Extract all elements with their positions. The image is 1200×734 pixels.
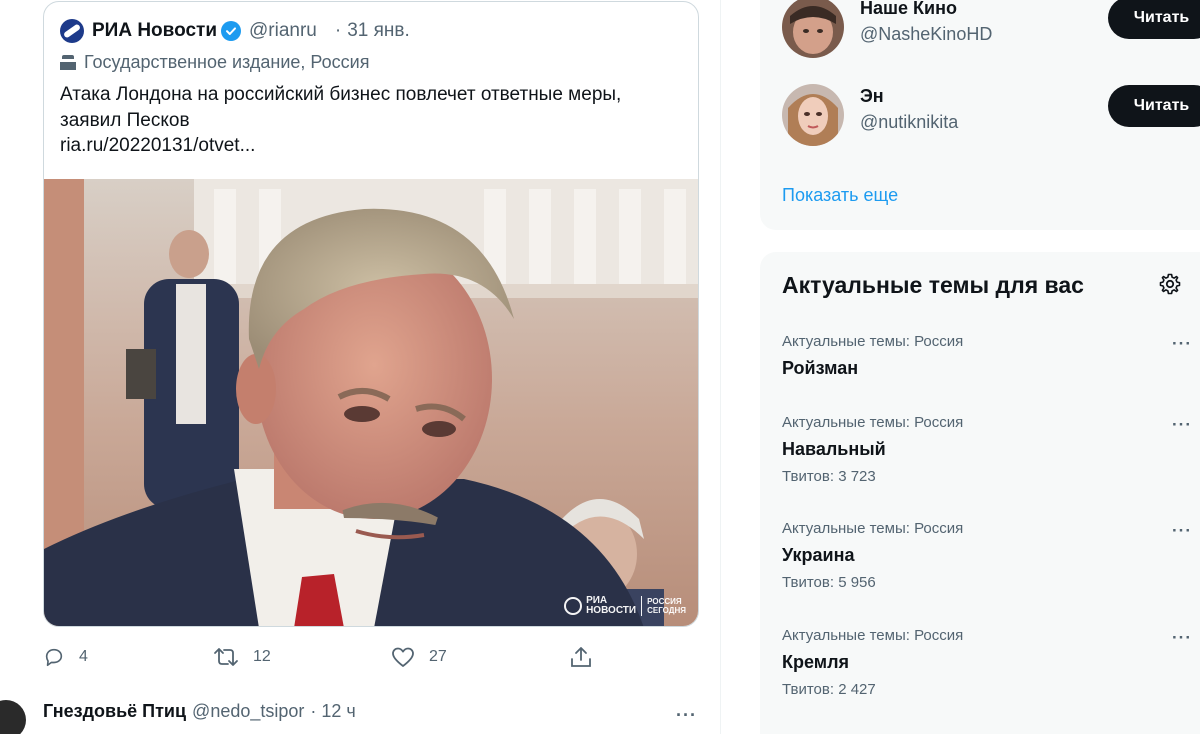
- ria-logo-icon: [60, 19, 84, 43]
- show-more-link[interactable]: Показать еще: [782, 185, 898, 206]
- author-handle[interactable]: @rianru: [249, 20, 317, 42]
- trends-panel: Актуальные темы для вас Актуальные темы:…: [760, 252, 1200, 734]
- tweet-link[interactable]: ria.ru/20220131/otvet...: [60, 133, 255, 159]
- trend-name: Украина: [782, 545, 855, 565]
- more-options-icon[interactable]: ···: [1172, 521, 1192, 541]
- affiliation-text: Государственное издание, Россия: [84, 51, 370, 72]
- follow-button[interactable]: Читать: [1108, 0, 1200, 39]
- tweet-actions-bar: 4 12 27: [43, 644, 603, 670]
- retweet-button[interactable]: 12: [213, 644, 271, 670]
- trend-category: Актуальные темы: Россия: [782, 414, 964, 431]
- trend-name: Ройзман: [782, 358, 859, 378]
- separator-dot: ·: [334, 20, 342, 41]
- trend-tweet-count: Твитов: 3 723: [782, 468, 876, 485]
- follow-suggestion[interactable]: Наше Кино @NasheKinoHD Читать: [782, 0, 1200, 58]
- user-name[interactable]: Наше Кино: [860, 0, 957, 19]
- share-icon: [571, 647, 591, 667]
- retweet-icon: [214, 648, 238, 666]
- watermark-rossiya: РОССИЯ: [647, 597, 682, 606]
- watermark-segodnya: СЕГОДНЯ: [647, 606, 686, 615]
- trend-name: Навальный: [782, 439, 886, 459]
- user-handle[interactable]: @NasheKinoHD: [860, 24, 992, 45]
- trend-item[interactable]: Актуальные темы: Россия Навальный Твитов…: [782, 413, 1200, 487]
- tweet-time[interactable]: · 12 ч: [310, 701, 355, 722]
- watermark-right: РОССИЯ СЕГОДНЯ: [647, 597, 686, 615]
- gear-icon[interactable]: [1158, 272, 1182, 296]
- user-name[interactable]: Эн: [860, 86, 884, 107]
- watermark-novosti: НОВОСТИ: [586, 605, 637, 616]
- settings-gear-icon: [1159, 273, 1181, 295]
- heart-icon: [392, 647, 414, 667]
- trend-item[interactable]: Актуальные темы: Россия Кремля Твитов: 2…: [782, 626, 1200, 700]
- like-count: 27: [429, 648, 447, 665]
- reply-count: 4: [79, 648, 88, 665]
- trend-category: Актуальные темы: Россия: [782, 520, 964, 537]
- follow-button[interactable]: Читать: [1108, 85, 1200, 127]
- tweet-photo[interactable]: РИА НОВОСТИ РОССИЯ СЕГОДНЯ: [44, 179, 698, 626]
- state-media-icon: [60, 53, 76, 71]
- more-options-icon[interactable]: ···: [1172, 628, 1192, 648]
- trend-item[interactable]: Актуальные темы: Россия Ройзман ···: [782, 332, 1200, 381]
- state-affiliation-label: Государственное издание, Россия: [60, 50, 369, 74]
- trend-tweet-count: Твитов: 5 956: [782, 574, 876, 591]
- trends-title: Актуальные темы для вас: [782, 272, 1084, 298]
- photo-illustration: [44, 179, 698, 626]
- verified-badge-icon: [221, 21, 241, 41]
- reply-button[interactable]: 4: [43, 644, 88, 670]
- user-handle[interactable]: @nutiknikita: [860, 112, 958, 133]
- author-name[interactable]: Гнездовьё Птиц: [43, 701, 186, 722]
- follow-suggestion[interactable]: Эн @nutiknikita Читать: [782, 84, 1200, 146]
- next-tweet-header: Гнездовьё Птиц @nedo_tsipor · 12 ч: [43, 701, 356, 722]
- avatar[interactable]: [0, 700, 26, 734]
- author-handle[interactable]: @nedo_tsipor: [192, 701, 304, 722]
- retweet-count: 12: [253, 648, 271, 665]
- reply-icon: [45, 648, 63, 667]
- watermark-separator: [641, 596, 643, 616]
- trend-name: Кремля: [782, 652, 850, 672]
- like-button[interactable]: 27: [391, 644, 447, 670]
- trend-item[interactable]: Актуальные темы: Россия Украина Твитов: …: [782, 519, 1200, 593]
- watermark-left: РИА НОВОСТИ: [586, 596, 636, 616]
- who-to-follow-panel: Наше Кино @NasheKinoHD Читать Эн @nutikn…: [760, 0, 1200, 230]
- more-options-icon[interactable]: ···: [676, 705, 697, 726]
- trend-category: Актуальные темы: Россия: [782, 627, 964, 644]
- author-name[interactable]: РИА Новости: [92, 20, 217, 42]
- quoted-tweet-card[interactable]: РИА Новости @rianru · 31 янв. Государств…: [43, 1, 699, 627]
- ria-watermark: РИА НОВОСТИ РОССИЯ СЕГОДНЯ: [564, 596, 686, 616]
- quoted-tweet-header: РИА Новости @rianru · 31 янв.: [60, 17, 410, 45]
- tweet-text: Атака Лондона на российский бизнес повле…: [60, 84, 622, 131]
- avatar[interactable]: [782, 0, 844, 58]
- trend-tweet-count: Твитов: 2 427: [782, 681, 876, 698]
- more-options-icon[interactable]: ···: [1172, 415, 1192, 435]
- avatar-image: [782, 84, 844, 146]
- more-options-icon[interactable]: ···: [1172, 334, 1192, 354]
- avatar[interactable]: [782, 84, 844, 146]
- share-button[interactable]: [569, 644, 607, 670]
- ria-watermark-icon: [564, 597, 583, 615]
- next-tweet[interactable]: Гнездовьё Птиц @nedo_tsipor · 12 ч ···: [0, 696, 720, 734]
- tweet-date[interactable]: 31 янв.: [347, 20, 410, 42]
- trend-category: Актуальные темы: Россия: [782, 333, 964, 350]
- avatar-image: [782, 0, 844, 58]
- column-divider: [720, 0, 721, 734]
